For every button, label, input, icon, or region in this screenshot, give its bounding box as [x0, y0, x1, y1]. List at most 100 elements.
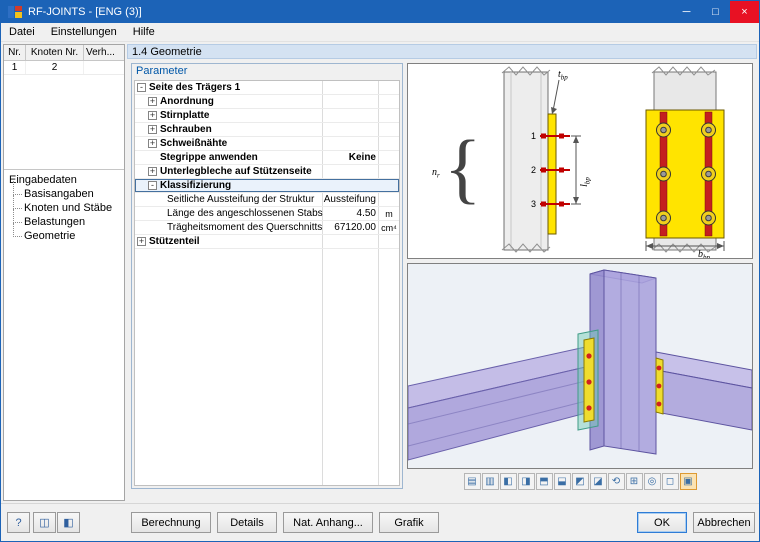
param-value-input[interactable]: 4.50	[323, 208, 379, 219]
zoom-all-button[interactable]: ⊞	[626, 473, 643, 490]
param-label: Stirnplatte	[160, 110, 323, 121]
param-row[interactable]: + Schweißnähte	[135, 137, 399, 151]
param-value-dropdown[interactable]: Aussteifung	[323, 194, 379, 205]
view-minus-x-button[interactable]: ◨	[518, 473, 535, 490]
menu-bar: Datei Einstellungen Hilfe	[1, 23, 759, 42]
cell-verh	[84, 61, 124, 74]
toggle-input-panel-icon: ◫	[39, 517, 49, 529]
expand-icon[interactable]: +	[148, 125, 157, 134]
param-row[interactable]: + Stützenteil	[135, 235, 399, 249]
param-row[interactable]: - Seite des Trägers 1	[135, 81, 399, 95]
end-plate-side	[548, 114, 556, 234]
cell-nr: 1	[4, 61, 26, 74]
view-z-button[interactable]: ◩	[572, 473, 589, 490]
parameter-pane-title: Parameter	[136, 65, 187, 77]
param-label: Seite des Trägers 1	[149, 82, 323, 93]
expand-icon[interactable]: +	[148, 111, 157, 120]
print-button[interactable]: ▥	[482, 473, 499, 490]
wireframe-button[interactable]: ◻	[662, 473, 679, 490]
param-row[interactable]: + Unterlegbleche auf Stützenseite	[135, 165, 399, 179]
front-view: bbp	[646, 67, 724, 258]
param-label: Unterlegbleche auf Stützenseite	[160, 166, 323, 177]
param-row[interactable]: Stegrippe anwenden Keine	[135, 151, 399, 165]
abbrechen-button[interactable]: Abbrechen	[693, 512, 755, 533]
toggle-graphic-panel-button[interactable]: ◧	[57, 512, 80, 533]
view-minus-y-button[interactable]: ⬓	[554, 473, 571, 490]
view-z-icon: ◩	[575, 476, 584, 487]
toggle-graphic-panel-icon: ◧	[63, 517, 73, 529]
param-label: Klassifizierung	[160, 180, 323, 191]
zoom-icon: ◎	[648, 476, 657, 487]
node-table-header: Nr. Knoten Nr. Verh...	[4, 45, 124, 61]
column-header-knoten[interactable]: Knoten Nr.	[26, 45, 84, 60]
berechnung-button[interactable]: Berechnung	[131, 512, 211, 533]
isometric-view-button[interactable]: ⟲	[608, 473, 625, 490]
nav-item-basisangaben[interactable]: Basisangaben	[6, 187, 122, 201]
view-minus-z-icon: ◪	[593, 476, 602, 487]
close-button[interactable]: ×	[730, 1, 759, 23]
view-minus-z-button[interactable]: ◪	[590, 473, 607, 490]
left-panel: Nr. Knoten Nr. Verh... 1 2 Eingabedaten …	[3, 44, 125, 501]
param-row[interactable]: Länge des angeschlossenen Stabs 4.50 m	[135, 207, 399, 221]
param-label: Stegrippe anwenden	[160, 152, 323, 163]
help-button[interactable]: ?	[7, 512, 30, 533]
input-data-navigator: Eingabedaten Basisangaben Knoten und Stä…	[4, 169, 124, 500]
view-x-button[interactable]: ◧	[500, 473, 517, 490]
zoom-all-icon: ⊞	[630, 476, 638, 487]
menu-einstellungen[interactable]: Einstellungen	[43, 24, 125, 40]
render-3d	[408, 264, 752, 468]
view-minus-y-icon: ⬓	[557, 476, 566, 487]
parameter-grid: - Seite des Trägers 1 + Anordnung + Stir…	[134, 80, 400, 486]
param-label: Länge des angeschlossenen Stabs	[167, 208, 323, 219]
view-y-icon: ⬒	[539, 476, 548, 487]
rf-joints-window: RF-JOINTS - [ENG (3)] ─ □ × Datei Einste…	[0, 0, 760, 542]
param-row-klassifizierung[interactable]: - Klassifizierung	[135, 179, 399, 193]
column-header-nr[interactable]: Nr.	[4, 45, 26, 60]
column-header-verh[interactable]: Verh...	[84, 45, 124, 60]
toggle-input-panel-button[interactable]: ◫	[33, 512, 56, 533]
nav-item-knoten-und-staebe[interactable]: Knoten und Stäbe	[6, 201, 122, 215]
expand-icon[interactable]: +	[148, 97, 157, 106]
menu-datei[interactable]: Datei	[1, 24, 43, 40]
param-value-dropdown[interactable]: Keine	[323, 152, 379, 163]
expand-icon[interactable]: +	[137, 237, 146, 246]
label-tbp: tbp	[558, 69, 568, 82]
nav-item-geometrie[interactable]: Geometrie	[6, 229, 122, 243]
param-label: Schweißnähte	[160, 138, 323, 149]
expand-icon[interactable]: +	[148, 139, 157, 148]
param-row[interactable]: + Schrauben	[135, 123, 399, 137]
view-x-icon: ◧	[503, 476, 512, 487]
render-3d-pane[interactable]	[407, 263, 753, 469]
nav-item-belastungen[interactable]: Belastungen	[6, 215, 122, 229]
view-toolbar: ▤ ▥ ◧ ◨ ⬒ ⬓ ◩ ◪ ⟲ ⊞ ◎ ◻ ▣	[407, 473, 753, 491]
connection-diagram: 1 2 3 nr { tbp lbp	[408, 64, 752, 258]
minimize-button[interactable]: ─	[672, 1, 701, 23]
nat-anhang-button[interactable]: Nat. Anhang...	[283, 512, 373, 533]
footer-bar: ? ◫ ◧ Berechnung Details Nat. Anhang... …	[1, 503, 759, 541]
bolt-number-1: 1	[531, 131, 536, 141]
param-row[interactable]: + Anordnung	[135, 95, 399, 109]
cell-knoten: 2	[26, 61, 84, 74]
view-y-button[interactable]: ⬒	[536, 473, 553, 490]
grafik-button[interactable]: Grafik	[379, 512, 439, 533]
menu-hilfe[interactable]: Hilfe	[125, 24, 163, 40]
param-label: Trägheitsmoment des Querschnitts	[167, 222, 323, 233]
save-image-button[interactable]: ▤	[464, 473, 481, 490]
param-unit: m	[379, 209, 399, 219]
collapse-icon[interactable]: -	[137, 83, 146, 92]
param-row[interactable]: Trägheitsmoment des Querschnitts 67120.0…	[135, 221, 399, 235]
solid-render-button[interactable]: ▣	[680, 473, 697, 490]
zoom-button[interactable]: ◎	[644, 473, 661, 490]
expand-icon[interactable]: +	[148, 167, 157, 176]
solid-render-icon: ▣	[683, 476, 692, 487]
collapse-icon[interactable]: -	[148, 181, 157, 190]
window-title: RF-JOINTS - [ENG (3)]	[28, 6, 672, 18]
ok-button[interactable]: OK	[637, 512, 687, 533]
param-row[interactable]: Seitliche Aussteifung der Struktur Ausst…	[135, 193, 399, 207]
details-button[interactable]: Details	[217, 512, 277, 533]
param-row[interactable]: + Stirnplatte	[135, 109, 399, 123]
brace: {	[444, 124, 481, 211]
maximize-button[interactable]: □	[701, 1, 730, 23]
table-row[interactable]: 1 2	[4, 61, 124, 75]
param-value-input[interactable]: 67120.00	[323, 222, 379, 233]
